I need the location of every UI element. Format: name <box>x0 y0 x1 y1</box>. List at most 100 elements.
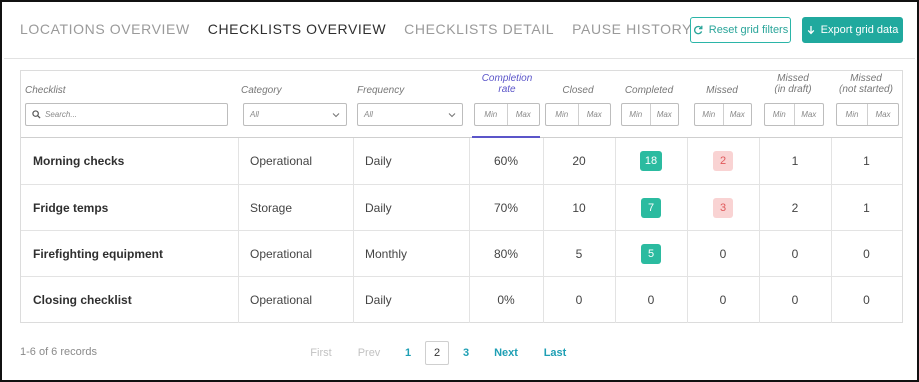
tab-locations-overview[interactable]: LOCATIONS OVERVIEW <box>20 21 190 37</box>
tab-checklists-detail[interactable]: CHECKLISTS DETAIL <box>404 21 554 37</box>
checklists-grid: Checklist Category Frequency Completion … <box>20 70 903 323</box>
category-filter-select[interactable]: All <box>243 103 347 126</box>
min-input[interactable]: Min <box>765 104 794 125</box>
column-header-completed[interactable]: Completed <box>616 85 682 96</box>
missed-cell[interactable]: 3 <box>687 185 759 231</box>
column-header-completion-rate[interactable]: Completion rate <box>474 73 540 95</box>
pagination-first[interactable]: First <box>304 341 338 365</box>
missed-draft-header-line1: Missed <box>777 73 809 84</box>
completion-rate-cell: 80% <box>493 247 519 261</box>
max-input[interactable]: Max <box>867 104 898 125</box>
min-input[interactable]: Min <box>837 104 867 125</box>
checklist-name[interactable]: Firefighting equipment <box>21 231 238 277</box>
completed-cell: 0 <box>647 293 655 307</box>
checklist-name[interactable]: Closing checklist <box>21 277 238 323</box>
category-cell: Operational <box>250 154 313 168</box>
export-grid-data-label: Export grid data <box>820 24 899 36</box>
missed-not-started-cell: 0 <box>863 247 870 261</box>
refresh-icon <box>693 25 703 35</box>
frequency-filter-select[interactable]: All <box>357 103 463 126</box>
frequency-cell: Daily <box>365 201 392 215</box>
closed-range-filter[interactable]: Min Max <box>545 103 611 126</box>
completion-rate-cell: 70% <box>493 201 519 215</box>
missed-cell: 0 <box>719 293 727 307</box>
completed-badge[interactable]: 18 <box>639 151 663 171</box>
table-row[interactable]: Closing checklist Operational Daily 0% 0… <box>21 276 902 322</box>
missed-not-started-range-filter[interactable]: Min Max <box>836 103 899 126</box>
pagination-last[interactable]: Last <box>540 341 570 365</box>
completion-rate-cell: 60% <box>493 154 519 168</box>
missed-not-started-cell: 1 <box>863 201 870 215</box>
completed-cell[interactable]: 5 <box>615 231 687 277</box>
table-row[interactable]: Fridge temps Storage Daily 70% 10 7 3 2 … <box>21 184 902 230</box>
missed-not-started-cell: 0 <box>863 293 870 307</box>
min-input[interactable]: Min <box>475 104 507 125</box>
min-input[interactable]: Min <box>622 104 650 125</box>
closed-cell: 0 <box>575 293 583 307</box>
reset-grid-filters-button[interactable]: Reset grid filters <box>690 17 791 43</box>
column-header-missed[interactable]: Missed <box>689 85 755 96</box>
missed-not-started-cell: 1 <box>863 154 870 168</box>
closed-cell: 20 <box>572 154 586 168</box>
missed-in-draft-cell: 0 <box>791 293 799 307</box>
closed-cell: 10 <box>572 201 586 215</box>
search-placeholder: Search... <box>45 110 78 119</box>
column-header-category[interactable]: Category <box>241 85 282 96</box>
min-input[interactable]: Min <box>695 104 723 125</box>
app-frame: LOCATIONS OVERVIEW CHECKLISTS OVERVIEW C… <box>0 0 919 382</box>
missed-cell: 0 <box>719 247 727 261</box>
missed-in-draft-cell: 2 <box>791 201 799 215</box>
completed-badge[interactable]: 7 <box>641 198 661 218</box>
completed-cell[interactable]: 7 <box>615 185 687 231</box>
completion-rate-cell: 0% <box>497 293 515 307</box>
pagination-page-3[interactable]: 3 <box>456 341 476 365</box>
table-row[interactable]: Morning checks Operational Daily 60% 20 … <box>21 138 902 184</box>
records-count: 1-6 of 6 records <box>20 346 98 358</box>
missed-in-draft-cell: 0 <box>791 247 799 261</box>
missed-badge[interactable]: 3 <box>713 198 733 218</box>
tab-checklists-overview[interactable]: CHECKLISTS OVERVIEW <box>208 21 386 37</box>
checklist-name[interactable]: Fridge temps <box>21 185 238 231</box>
completed-cell[interactable]: 18 <box>615 138 687 184</box>
missed-range-filter[interactable]: Min Max <box>694 103 752 126</box>
missed-not-started-header-line2: (not started) <box>839 84 893 95</box>
header-divider <box>4 58 915 59</box>
min-input[interactable]: Min <box>546 104 578 125</box>
pagination-next[interactable]: Next <box>488 341 524 365</box>
completion-rate-header-line2: rate <box>498 84 516 95</box>
column-header-frequency[interactable]: Frequency <box>357 85 404 96</box>
max-input[interactable]: Max <box>577 104 611 125</box>
max-input[interactable]: Max <box>649 104 679 125</box>
pagination-page-1[interactable]: 1 <box>398 341 418 365</box>
closed-cell: 5 <box>575 247 583 261</box>
table-row[interactable]: Firefighting equipment Operational Month… <box>21 230 902 276</box>
column-header-closed[interactable]: Closed <box>545 85 611 96</box>
missed-in-draft-range-filter[interactable]: Min Max <box>764 103 824 126</box>
completion-rate-range-filter[interactable]: Min Max <box>474 103 540 126</box>
completed-range-filter[interactable]: Min Max <box>621 103 679 126</box>
completed-badge[interactable]: 5 <box>641 244 661 264</box>
category-cell: Storage <box>250 201 293 215</box>
frequency-cell: Daily <box>365 293 392 307</box>
export-grid-data-button[interactable]: Export grid data <box>802 17 903 43</box>
column-header-checklist[interactable]: Checklist <box>25 85 66 96</box>
tab-pause-history[interactable]: PAUSE HISTORY <box>572 21 692 37</box>
checklist-search-input[interactable]: Search... <box>25 103 228 126</box>
category-cell: Operational <box>250 293 313 307</box>
missed-in-draft-cell: 1 <box>791 154 799 168</box>
max-input[interactable]: Max <box>722 104 752 125</box>
missed-badge[interactable]: 2 <box>713 151 733 171</box>
max-input[interactable]: Max <box>793 104 824 125</box>
checklist-name[interactable]: Morning checks <box>21 138 238 184</box>
frequency-cell: Daily <box>365 154 392 168</box>
download-arrow-icon <box>807 25 815 35</box>
completion-rate-header-line1: Completion <box>481 73 533 84</box>
pagination-page-2-current[interactable]: 2 <box>425 341 449 365</box>
column-header-missed-in-draft[interactable]: Missed (in draft) <box>760 73 826 95</box>
missed-cell[interactable]: 2 <box>687 138 759 184</box>
max-input[interactable]: Max <box>506 104 540 125</box>
chevron-down-icon <box>448 111 456 120</box>
frequency-cell: Monthly <box>365 247 408 261</box>
column-header-missed-not-started[interactable]: Missed (not started) <box>833 73 899 95</box>
pagination-prev[interactable]: Prev <box>352 341 386 365</box>
